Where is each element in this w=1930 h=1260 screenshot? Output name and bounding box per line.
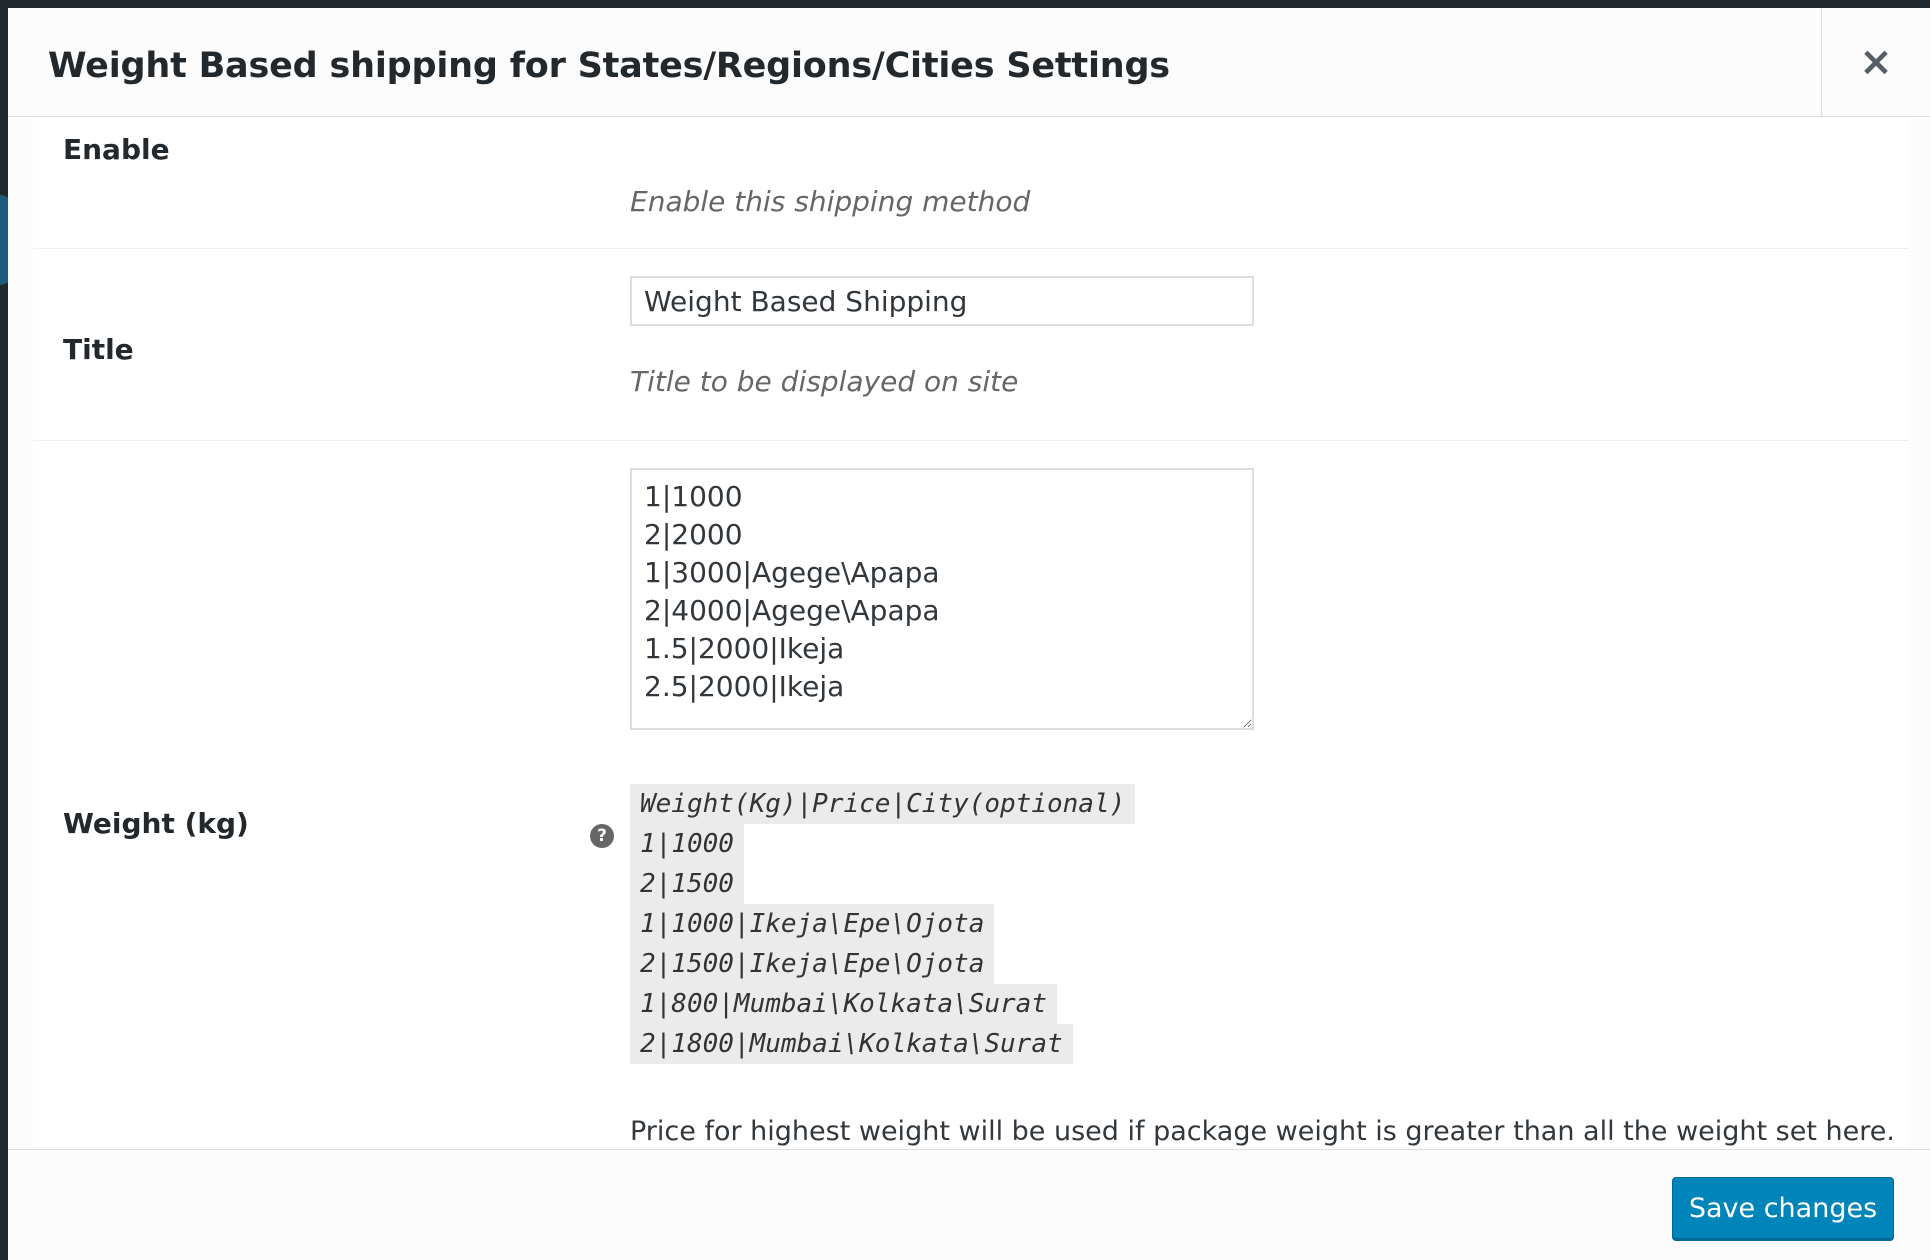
settings-modal: Weight Based shipping for States/Regions… xyxy=(8,8,1930,1260)
modal-footer: Save changes xyxy=(8,1149,1930,1260)
title-label: Title xyxy=(63,333,134,366)
format-example-line: 2|1800|Mumbai\Kolkata\Surat xyxy=(630,1024,1073,1064)
format-example-line: 1|1000 xyxy=(630,824,744,864)
format-example-line: 2|1500 xyxy=(630,864,744,904)
close-icon: × xyxy=(1859,39,1893,85)
save-changes-button[interactable]: Save changes xyxy=(1672,1177,1894,1239)
format-example-line: Weight(Kg)|Price|City(optional) xyxy=(630,784,1136,824)
title-row: Title Title to be displayed on site xyxy=(33,249,1908,441)
title-input[interactable] xyxy=(630,276,1254,326)
format-example-line: 2|1500|Ikeja\Epe\Ojota xyxy=(630,944,995,984)
enable-label: Enable xyxy=(63,133,170,166)
close-button[interactable]: × xyxy=(1821,8,1930,116)
help-circle-icon[interactable]: ? xyxy=(590,824,614,848)
settings-form: Enable Enable this shipping method Title… xyxy=(33,117,1908,1150)
enable-description: Enable this shipping method xyxy=(630,185,1031,218)
title-description: Title to be displayed on site xyxy=(630,365,1019,398)
format-example-line: 1|1000|Ikeja\Epe\Ojota xyxy=(630,904,995,944)
weight-label: Weight (kg) xyxy=(63,807,249,840)
weight-note: Price for highest weight will be used if… xyxy=(630,1116,1895,1147)
modal-header: Weight Based shipping for States/Regions… xyxy=(8,8,1930,117)
format-example-line: 1|800|Mumbai\Kolkata\Surat xyxy=(630,984,1057,1024)
weight-format-examples: Weight(Kg)|Price|City(optional) 1|1000 2… xyxy=(630,784,1136,1064)
weight-rates-textarea[interactable]: 1|1000 2|2000 1|3000|Agege\Apapa 2|4000|… xyxy=(630,468,1254,730)
modal-body[interactable]: Enable Enable this shipping method Title… xyxy=(8,117,1930,1150)
modal-title: Weight Based shipping for States/Regions… xyxy=(48,46,1170,86)
enable-row: Enable Enable this shipping method xyxy=(33,117,1908,249)
